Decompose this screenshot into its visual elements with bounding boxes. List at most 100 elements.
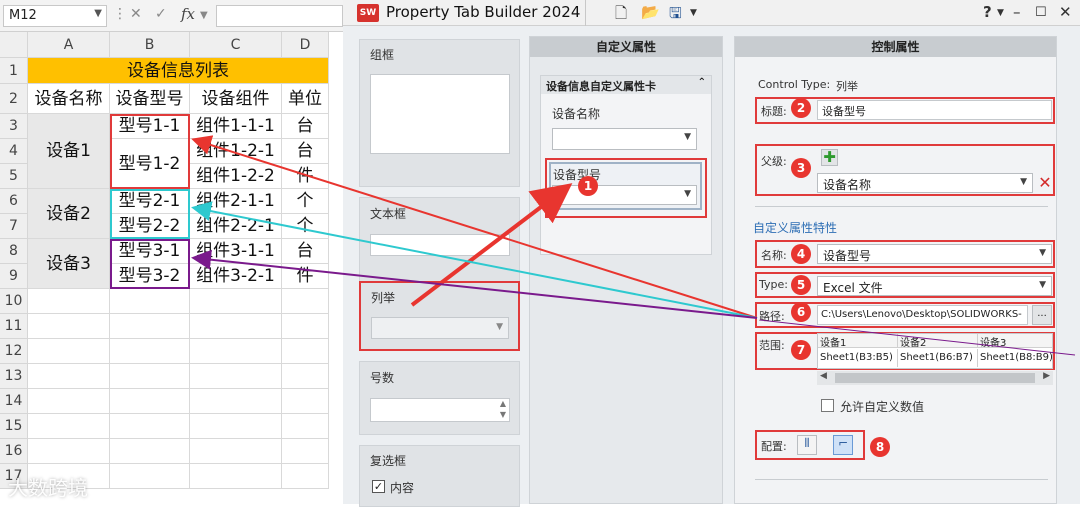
header-cell[interactable]: 设备型号	[110, 84, 190, 114]
scroll-right-icon[interactable]: ▶	[1043, 371, 1050, 381]
maximize-icon[interactable]: ☐	[1035, 5, 1047, 20]
unit-cell[interactable]: 件	[282, 164, 329, 189]
range-cell[interactable]: Sheet1(B6:B7)	[898, 349, 978, 367]
cell[interactable]	[282, 289, 329, 314]
cell[interactable]	[28, 389, 110, 414]
chevron-down-icon[interactable]: ▼	[200, 10, 208, 21]
cell[interactable]	[110, 414, 190, 439]
allow-custom-checkbox[interactable]	[821, 399, 834, 412]
range-cell[interactable]: Sheet1(B8:B9)	[978, 349, 1052, 367]
field-device-model-selected[interactable]: 设备型号 ▼	[549, 162, 702, 210]
cell[interactable]	[282, 414, 329, 439]
config-all-icon[interactable]: ⦀	[797, 435, 817, 455]
column-header[interactable]: A	[28, 32, 110, 58]
cell[interactable]	[190, 339, 282, 364]
cell[interactable]	[28, 314, 110, 339]
formula-input[interactable]	[216, 5, 343, 27]
new-file-icon[interactable]: 🗋	[615, 3, 627, 28]
cancel-icon[interactable]: ✕	[130, 6, 142, 22]
column-header[interactable]: C	[190, 32, 282, 58]
component-cell[interactable]: 组件1-2-2	[190, 164, 282, 189]
confirm-icon[interactable]: ✓	[155, 6, 167, 22]
row-header[interactable]: 7	[0, 214, 28, 239]
cell[interactable]	[282, 389, 329, 414]
field-device-name-select[interactable]: ▼	[552, 128, 697, 150]
unit-cell[interactable]: 台	[282, 139, 329, 164]
row-header[interactable]: 10	[0, 289, 28, 314]
number-tool[interactable]: 号数 ▲ ▼	[359, 361, 520, 435]
groupbox-tool[interactable]: 组框	[359, 39, 520, 187]
cell[interactable]	[190, 364, 282, 389]
chevron-down-icon[interactable]: ▼	[94, 8, 102, 19]
function-icon[interactable]: fx	[181, 5, 195, 23]
cell[interactable]	[282, 364, 329, 389]
component-cell[interactable]: 组件2-1-1	[190, 189, 282, 214]
collapse-icon[interactable]: ⌃	[698, 77, 706, 88]
select-all-corner[interactable]	[0, 32, 28, 58]
cell[interactable]	[282, 439, 329, 464]
cell[interactable]	[190, 464, 282, 489]
sheet-title-cell[interactable]: 设备信息列表	[28, 58, 329, 84]
open-folder-icon[interactable]: 📂	[641, 3, 660, 21]
save-icon[interactable]: 🖫	[669, 3, 682, 28]
cell[interactable]	[28, 289, 110, 314]
row-header[interactable]: 13	[0, 364, 28, 389]
component-cell[interactable]: 组件3-1-1	[190, 239, 282, 264]
header-cell[interactable]: 设备组件	[190, 84, 282, 114]
row-header[interactable]: 4	[0, 139, 28, 164]
cell[interactable]	[110, 464, 190, 489]
config-single-icon[interactable]: ⌐	[833, 435, 853, 455]
type-select[interactable]: Excel 文件 ▼	[817, 276, 1052, 296]
caption-input[interactable]: 设备型号	[817, 100, 1052, 120]
range-cell[interactable]: Sheet1(B3:B5)	[818, 349, 898, 367]
device-cell[interactable]: 设备2	[28, 189, 110, 239]
cell[interactable]	[28, 364, 110, 389]
cell[interactable]	[190, 414, 282, 439]
parent-select[interactable]: 设备名称 ▼	[817, 173, 1033, 193]
cell[interactable]	[282, 339, 329, 364]
name-select[interactable]: 设备型号 ▼	[817, 244, 1052, 264]
cell[interactable]	[28, 414, 110, 439]
column-header[interactable]: B	[110, 32, 190, 58]
cell[interactable]	[110, 439, 190, 464]
component-cell[interactable]: 组件1-2-1	[190, 139, 282, 164]
device-cell[interactable]: 设备3	[28, 239, 110, 289]
unit-cell[interactable]: 台	[282, 239, 329, 264]
row-header[interactable]: 12	[0, 339, 28, 364]
list-tool[interactable]: 列举 ▼	[359, 281, 520, 351]
row-header[interactable]: 11	[0, 314, 28, 339]
field-device-model-select[interactable]: ▼	[552, 185, 697, 205]
scroll-left-icon[interactable]: ◀	[820, 371, 827, 381]
row-header[interactable]: 16	[0, 439, 28, 464]
row-header[interactable]: 14	[0, 389, 28, 414]
help-icon[interactable]: ?	[983, 3, 992, 21]
unit-cell[interactable]: 个	[282, 189, 329, 214]
cell[interactable]	[190, 314, 282, 339]
browse-button[interactable]: ...	[1032, 305, 1052, 325]
cell[interactable]	[110, 314, 190, 339]
horizontal-scrollbar[interactable]: ◀ ▶	[817, 371, 1053, 385]
header-cell[interactable]: 单位	[282, 84, 329, 114]
cell[interactable]	[110, 339, 190, 364]
cell[interactable]	[28, 439, 110, 464]
scroll-thumb[interactable]	[835, 373, 1035, 383]
cell[interactable]	[190, 389, 282, 414]
row-header[interactable]: 8	[0, 239, 28, 264]
cell[interactable]	[110, 289, 190, 314]
unit-cell[interactable]: 个	[282, 214, 329, 239]
add-icon[interactable]: ✚	[821, 149, 838, 166]
unit-cell[interactable]: 件	[282, 264, 329, 289]
cell[interactable]	[190, 289, 282, 314]
device-cell[interactable]: 设备1	[28, 114, 110, 189]
cell[interactable]	[282, 464, 329, 489]
cell[interactable]	[110, 364, 190, 389]
path-input[interactable]: C:\Users\Lenovo\Desktop\SOLIDWORKS-	[817, 305, 1028, 325]
component-cell[interactable]: 组件3-2-1	[190, 264, 282, 289]
cell[interactable]	[28, 339, 110, 364]
column-header[interactable]: D	[282, 32, 329, 58]
component-cell[interactable]: 组件2-2-1	[190, 214, 282, 239]
row-header[interactable]: 3	[0, 114, 28, 139]
checkbox-tool[interactable]: 复选框 ✓ 内容	[359, 445, 520, 507]
cell[interactable]	[282, 314, 329, 339]
chevron-down-icon[interactable]: ▼	[690, 8, 697, 18]
